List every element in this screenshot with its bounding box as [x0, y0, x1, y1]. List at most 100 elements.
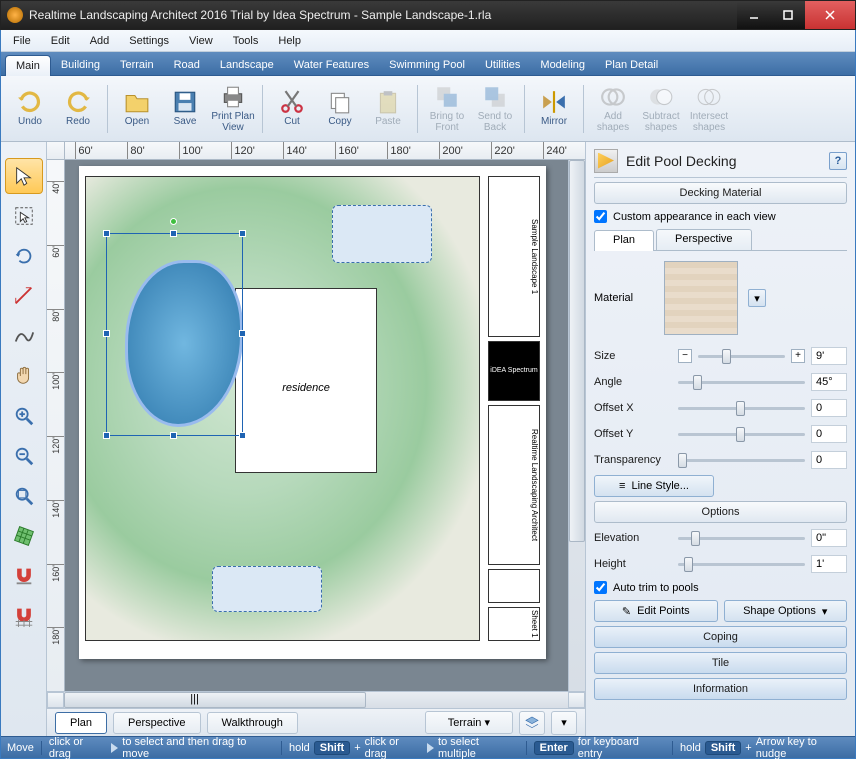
view-tab-perspective[interactable]: Perspective	[113, 712, 200, 734]
offsety-slider[interactable]	[678, 426, 805, 442]
view-dropdown-button[interactable]: ▾	[551, 711, 577, 735]
menu-settings[interactable]: Settings	[119, 32, 179, 50]
tab-building[interactable]: Building	[51, 55, 110, 75]
terrain-dropdown[interactable]: Terrain ▾	[425, 711, 513, 734]
options-header[interactable]: Options	[594, 501, 847, 523]
offsety-label: Offset Y	[594, 428, 672, 440]
menu-view[interactable]: View	[179, 32, 223, 50]
line-style-button[interactable]: ≡Line Style...	[594, 475, 714, 497]
angle-label: Angle	[594, 376, 672, 388]
menu-tools[interactable]: Tools	[223, 32, 269, 50]
size-slider[interactable]	[698, 348, 785, 364]
height-slider[interactable]	[678, 556, 805, 572]
tab-road[interactable]: Road	[164, 55, 210, 75]
offsetx-value[interactable]: 0	[811, 399, 847, 417]
tab-modeling[interactable]: Modeling	[530, 55, 595, 75]
edit-points-button[interactable]: ✎Edit Points	[594, 600, 718, 622]
horizontal-scrollbar[interactable]: |||	[47, 691, 585, 708]
menu-help[interactable]: Help	[268, 32, 311, 50]
angle-slider[interactable]	[678, 374, 805, 390]
tool-palette	[1, 142, 47, 736]
zoom-in-tool[interactable]	[5, 398, 43, 434]
dimension-tool[interactable]	[5, 278, 43, 314]
menu-edit[interactable]: Edit	[41, 32, 80, 50]
height-value[interactable]: 1'	[811, 555, 847, 573]
chevron-down-icon: ▾	[754, 292, 760, 305]
transparency-slider[interactable]	[678, 452, 805, 468]
tile-header[interactable]: Tile	[594, 652, 847, 674]
maximize-button[interactable]	[771, 1, 805, 29]
view-tab-plan[interactable]: Plan	[55, 712, 107, 734]
decking-material-header[interactable]: Decking Material	[594, 182, 847, 204]
title-block-cell: Sheet 1	[488, 607, 540, 641]
menu-file[interactable]: File	[3, 32, 41, 50]
send-to-back-button: Send to Back	[472, 81, 518, 137]
chevron-down-icon: ▾	[822, 605, 828, 618]
angle-value[interactable]: 45°	[811, 373, 847, 391]
help-button[interactable]: ?	[829, 152, 847, 170]
information-header[interactable]: Information	[594, 678, 847, 700]
transparency-label: Transparency	[594, 454, 672, 466]
elevation-value[interactable]: 0"	[811, 529, 847, 547]
menu-add[interactable]: Add	[80, 32, 120, 50]
undo-button[interactable]: Undo	[7, 81, 53, 137]
size-plus[interactable]: +	[791, 349, 805, 363]
select-tool[interactable]	[5, 158, 43, 194]
transparency-value[interactable]: 0	[811, 451, 847, 469]
snap-grid-tool[interactable]	[5, 598, 43, 634]
offsetx-label: Offset X	[594, 402, 672, 414]
intersect-shapes-button: Intersect shapes	[686, 81, 732, 137]
offsetx-slider[interactable]	[678, 400, 805, 416]
print-plan-view-button[interactable]: Print Plan View	[210, 81, 256, 137]
selection-rect	[106, 233, 244, 437]
subtab-perspective[interactable]: Perspective	[656, 229, 751, 250]
add-shapes-button: Add shapes	[590, 81, 636, 137]
tab-swimming-pool[interactable]: Swimming Pool	[379, 55, 475, 75]
subtract-shapes-button: Subtract shapes	[638, 81, 684, 137]
shift-key-badge: Shift	[705, 741, 741, 755]
elevation-slider[interactable]	[678, 530, 805, 546]
mirror-button[interactable]: Mirror	[531, 81, 577, 137]
lines-icon: ≡	[619, 480, 625, 492]
subtab-plan[interactable]: Plan	[594, 230, 654, 251]
tab-main[interactable]: Main	[5, 55, 51, 76]
auto-trim-checkbox[interactable]: Auto trim to pools	[594, 579, 847, 596]
marquee-select-tool[interactable]	[5, 198, 43, 234]
pan-tool[interactable]	[5, 358, 43, 394]
custom-appearance-checkbox[interactable]: Custom appearance in each view	[594, 208, 847, 225]
ruler-vertical: 40' 60' 80' 100' 120' 140' 160' 180'	[47, 160, 65, 691]
vertical-scrollbar[interactable]	[568, 160, 585, 691]
tab-landscape[interactable]: Landscape	[210, 55, 284, 75]
size-minus[interactable]: −	[678, 349, 692, 363]
material-label: Material	[594, 292, 654, 304]
coping-header[interactable]: Coping	[594, 626, 847, 648]
tab-water-features[interactable]: Water Features	[284, 55, 379, 75]
rotate-tool[interactable]	[5, 238, 43, 274]
tab-plan-detail[interactable]: Plan Detail	[595, 55, 668, 75]
title-block-cell: Sample Landscape 1	[488, 176, 540, 337]
cut-button[interactable]: Cut	[269, 81, 315, 137]
save-button[interactable]: Save	[162, 81, 208, 137]
redo-button[interactable]: Redo	[55, 81, 101, 137]
layers-button[interactable]	[519, 711, 545, 735]
size-value[interactable]: 9'	[811, 347, 847, 365]
window-titlebar: Realtime Landscaping Architect 2016 Tria…	[0, 0, 856, 30]
offsety-value[interactable]: 0	[811, 425, 847, 443]
minimize-button[interactable]	[737, 1, 771, 29]
close-button[interactable]	[805, 1, 855, 29]
snap-object-tool[interactable]	[5, 558, 43, 594]
view-tab-walkthrough[interactable]: Walkthrough	[207, 712, 298, 734]
open-button[interactable]: Open	[114, 81, 160, 137]
zoom-extents-tool[interactable]	[5, 478, 43, 514]
window-title: Realtime Landscaping Architect 2016 Tria…	[29, 8, 737, 22]
tab-terrain[interactable]: Terrain	[110, 55, 164, 75]
zoom-out-tool[interactable]	[5, 438, 43, 474]
tab-utilities[interactable]: Utilities	[475, 55, 530, 75]
design-viewport[interactable]: residence	[65, 160, 568, 691]
copy-button[interactable]: Copy	[317, 81, 363, 137]
shape-options-button[interactable]: Shape Options▾	[724, 600, 848, 622]
grid-tool[interactable]	[5, 518, 43, 554]
material-swatch[interactable]	[664, 261, 738, 335]
material-dropdown[interactable]: ▾	[748, 289, 766, 307]
freehand-tool[interactable]	[5, 318, 43, 354]
